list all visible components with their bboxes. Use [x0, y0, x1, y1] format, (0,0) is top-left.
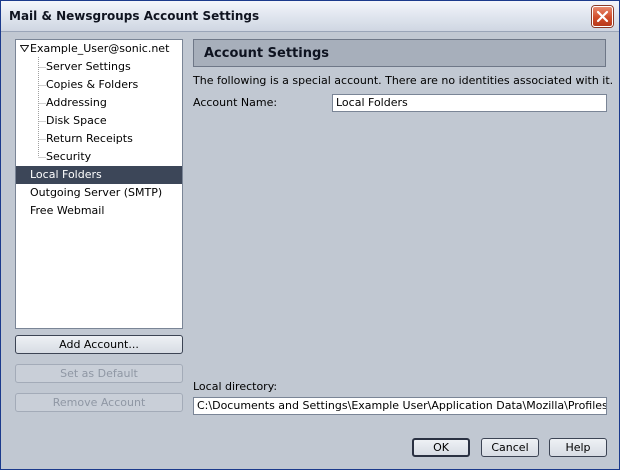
- account-tree[interactable]: Example_User@sonic.net Server Settings C…: [15, 39, 183, 329]
- tree-item-label: Server Settings: [46, 60, 131, 73]
- tree-item-label: Local Folders: [30, 168, 102, 181]
- tree-item-disk-space[interactable]: Disk Space: [16, 112, 182, 130]
- tree-item-outgoing-server[interactable]: Outgoing Server (SMTP): [16, 184, 182, 202]
- expand-triangle-icon[interactable]: [20, 45, 29, 52]
- tree-item-account[interactable]: Example_User@sonic.net: [16, 40, 182, 58]
- local-directory-label: Local directory:: [193, 380, 278, 393]
- panel-title: Account Settings: [204, 46, 330, 61]
- panel-description: The following is a special account. Ther…: [193, 74, 614, 87]
- tree-item-label: Addressing: [46, 96, 107, 109]
- tree-item-local-folders[interactable]: Local Folders: [16, 166, 182, 184]
- tree-item-security[interactable]: Security: [16, 148, 182, 166]
- title-bar[interactable]: Mail & Newsgroups Account Settings: [1, 1, 619, 32]
- account-name-field[interactable]: Local Folders: [332, 94, 607, 112]
- close-button[interactable]: [592, 6, 613, 27]
- panel-header: Account Settings: [193, 39, 606, 67]
- tree-item-addressing[interactable]: Addressing: [16, 94, 182, 112]
- tree-item-label: Return Receipts: [46, 132, 133, 145]
- ok-button[interactable]: OK: [412, 438, 470, 457]
- set-as-default-button[interactable]: Set as Default: [15, 364, 183, 383]
- tree-item-label: Outgoing Server (SMTP): [30, 186, 163, 199]
- tree-item-label: Copies & Folders: [46, 78, 139, 91]
- account-name-label: Account Name:: [193, 96, 278, 109]
- help-button[interactable]: Help: [549, 438, 607, 457]
- tree-item-label: Disk Space: [46, 114, 107, 127]
- close-icon: [596, 10, 609, 23]
- tree-item-server-settings[interactable]: Server Settings: [16, 58, 182, 76]
- tree-item-copies-folders[interactable]: Copies & Folders: [16, 76, 182, 94]
- tree-item-label: Example_User@sonic.net: [30, 42, 170, 55]
- window-title: Mail & Newsgroups Account Settings: [9, 9, 260, 23]
- add-account-button[interactable]: Add Account...: [15, 335, 183, 354]
- tree-item-label: Security: [46, 150, 92, 163]
- tree-item-return-receipts[interactable]: Return Receipts: [16, 130, 182, 148]
- local-directory-field[interactable]: C:\Documents and Settings\Example User\A…: [193, 397, 607, 415]
- cancel-button[interactable]: Cancel: [481, 438, 539, 457]
- remove-account-button[interactable]: Remove Account: [15, 393, 183, 412]
- account-settings-window: Mail & Newsgroups Account Settings Examp…: [0, 0, 620, 470]
- tree-item-free-webmail[interactable]: Free Webmail: [16, 202, 182, 220]
- tree-item-label: Free Webmail: [30, 204, 105, 217]
